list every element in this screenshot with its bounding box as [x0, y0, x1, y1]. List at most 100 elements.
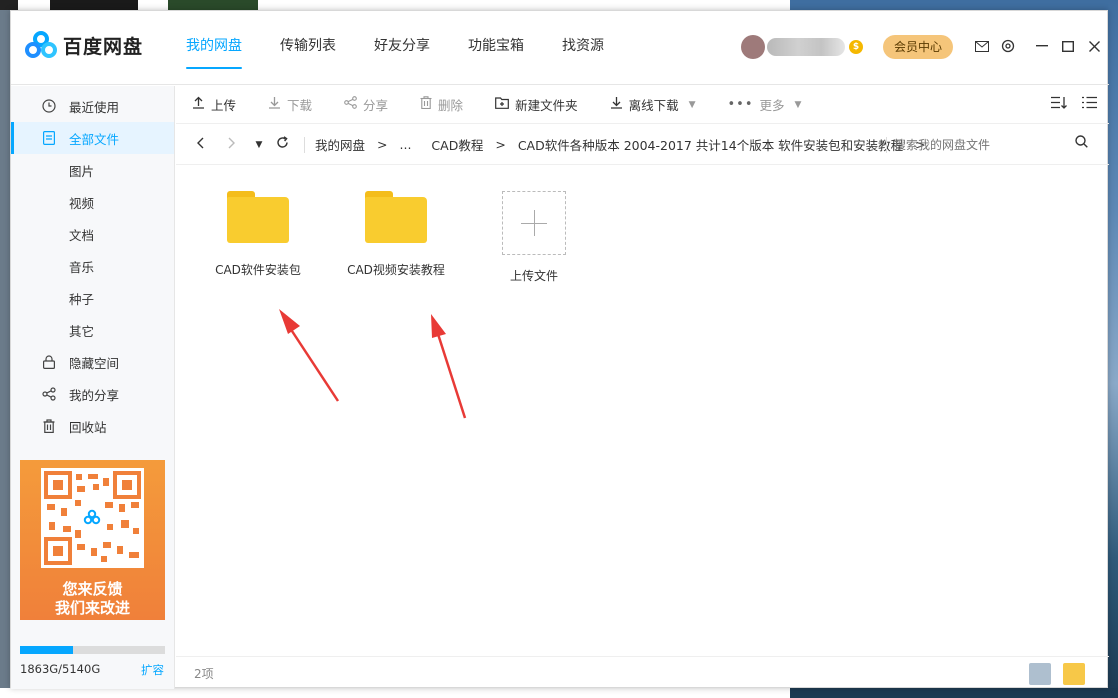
tab-friend-share[interactable]: 好友分享 [374, 11, 430, 85]
grid-view-icon[interactable] [1029, 663, 1051, 685]
upload-queue-icon[interactable] [1063, 663, 1085, 685]
annotation-arrow-icon [279, 309, 340, 402]
share-icon [41, 386, 57, 402]
file-grid: CAD软件安装包 CAD视频安装教程 上传文件 [176, 166, 1109, 656]
offline-download-button[interactable]: 离线下载 ▼ [610, 95, 696, 114]
lock-icon [41, 354, 57, 370]
upload-label: 上传 [211, 98, 237, 113]
share-button[interactable]: 分享 [344, 95, 388, 114]
storage-usage-text: 1863G/5140G [20, 662, 101, 676]
file-toolbar: 上传 下载 分享 删除 新建文件夹 离线下载 ▼ ••• 更多 ▼ [176, 86, 1109, 124]
search-input[interactable] [894, 133, 1064, 157]
expand-storage-link[interactable]: 扩容 [141, 662, 164, 678]
trash-icon [41, 418, 57, 434]
sidebar: 最近使用 全部文件 图片 视频 文档 音乐 种子 其它 隐藏空间 我的分享 回收… [11, 86, 175, 689]
download-label: 下载 [287, 98, 313, 113]
breadcrumb-separator: > [377, 137, 388, 152]
breadcrumb-separator: > [495, 137, 506, 152]
sidebar-item-hidden-space[interactable]: 隐藏空间 [11, 346, 174, 378]
close-icon[interactable] [1081, 35, 1107, 57]
breadcrumb-current-folder[interactable]: CAD软件各种版本 2004-2017 共计14个版本 软件安装包和安装教程 [518, 135, 903, 154]
main-nav: 我的网盘 传输列表 好友分享 功能宝箱 找资源 [186, 11, 642, 85]
sidebar-item-all-files[interactable]: 全部文件 [11, 122, 174, 154]
breadcrumb-ellipsis[interactable]: ... [400, 137, 412, 152]
minimize-icon[interactable] [1029, 35, 1055, 57]
title-bar: 百度网盘 我的网盘 传输列表 好友分享 功能宝箱 找资源 $ 会员中心 [11, 11, 1109, 85]
desktop-background-right [1108, 0, 1118, 698]
annotation-arrows [279, 309, 467, 419]
sidebar-item-recent[interactable]: 最近使用 [11, 90, 174, 122]
vip-center-button[interactable]: 会员中心 [883, 35, 953, 59]
maximize-icon[interactable] [1055, 35, 1081, 57]
more-dots-icon: ••• [727, 97, 754, 112]
baidu-netdisk-window: 百度网盘 我的网盘 传输列表 好友分享 功能宝箱 找资源 $ 会员中心 最近使用… [10, 10, 1109, 689]
user-area[interactable]: $ [741, 35, 863, 59]
storage-usage-bar [20, 646, 165, 654]
upload-button[interactable]: 上传 [192, 95, 236, 114]
offline-download-label: 离线下载 [628, 98, 679, 113]
baidu-netdisk-logo-icon [25, 31, 57, 58]
mail-icon[interactable] [973, 35, 991, 57]
sidebar-item-label: 我的分享 [69, 387, 120, 403]
download-icon [610, 96, 623, 113]
tab-transfer-list[interactable]: 传输列表 [280, 11, 336, 85]
new-folder-label: 新建文件夹 [515, 98, 578, 113]
refresh-icon[interactable] [272, 136, 292, 153]
username-blurred[interactable] [767, 38, 845, 56]
back-icon[interactable] [190, 137, 210, 153]
sidebar-item-my-shares[interactable]: 我的分享 [11, 378, 174, 410]
feedback-text-line1: 您来反馈 [62, 580, 123, 598]
share-icon [344, 96, 357, 113]
forward-icon[interactable] [222, 137, 242, 153]
app-title: 百度网盘 [63, 35, 144, 58]
file-icon [41, 130, 57, 146]
breadcrumb-cad-tutorial[interactable]: CAD教程 [431, 135, 483, 154]
list-view-icon[interactable] [1079, 96, 1099, 114]
delete-label: 删除 [438, 98, 464, 113]
sidebar-item-torrents[interactable]: 种子 [11, 282, 174, 314]
sidebar-item-documents[interactable]: 文档 [11, 218, 174, 250]
sidebar-item-recycle-bin[interactable]: 回收站 [11, 410, 174, 442]
sort-icon[interactable] [1049, 96, 1069, 114]
status-bar: 2项 [176, 656, 1109, 689]
new-folder-icon [495, 96, 509, 113]
qr-code-icon [41, 468, 144, 568]
window-controls [1029, 35, 1107, 57]
view-toggles [1039, 96, 1099, 114]
more-label: 更多 [759, 98, 785, 113]
new-folder-button[interactable]: 新建文件夹 [495, 95, 578, 114]
chevron-down-icon[interactable]: ▼ [795, 100, 802, 110]
item-count: 2项 [194, 666, 214, 681]
sidebar-item-videos[interactable]: 视频 [11, 186, 174, 218]
breadcrumb-my-netdisk[interactable]: 我的网盘 [315, 135, 365, 154]
desktop-thumbnail [168, 0, 258, 10]
sidebar-item-others[interactable]: 其它 [11, 314, 174, 346]
annotation-arrow-icon [431, 314, 467, 419]
more-button[interactable]: ••• 更多 ▼ [728, 95, 802, 114]
divider [886, 137, 887, 153]
path-bar: ▼ 我的网盘 > ... CAD教程 > CAD软件各种版本 2004-2017… [176, 125, 1109, 165]
avatar[interactable] [741, 35, 765, 59]
tab-my-netdisk[interactable]: 我的网盘 [186, 11, 242, 85]
chevron-down-icon[interactable]: ▼ [689, 100, 696, 110]
tab-toolbox[interactable]: 功能宝箱 [468, 11, 524, 85]
download-button[interactable]: 下载 [268, 95, 312, 114]
history-dropdown-icon[interactable]: ▼ [254, 140, 264, 150]
sidebar-item-images[interactable]: 图片 [11, 154, 174, 186]
sidebar-item-music[interactable]: 音乐 [11, 250, 174, 282]
desktop-background [790, 688, 1118, 698]
settings-gear-icon[interactable] [999, 35, 1017, 57]
delete-button[interactable]: 删除 [420, 95, 463, 114]
feedback-qr-card[interactable]: 您来反馈 我们来改进 [20, 460, 165, 620]
search-icon[interactable] [1071, 135, 1091, 155]
app-logo[interactable]: 百度网盘 [25, 31, 143, 59]
sidebar-item-label: 全部文件 [69, 131, 120, 147]
desktop-thumbnail [0, 0, 18, 10]
tab-find-resources[interactable]: 找资源 [562, 11, 604, 85]
upload-icon [192, 96, 205, 113]
status-icons [1017, 663, 1085, 685]
clock-icon [41, 98, 57, 114]
sidebar-item-label: 回收站 [69, 419, 107, 435]
download-icon [268, 96, 281, 113]
desktop-background [790, 0, 1108, 10]
